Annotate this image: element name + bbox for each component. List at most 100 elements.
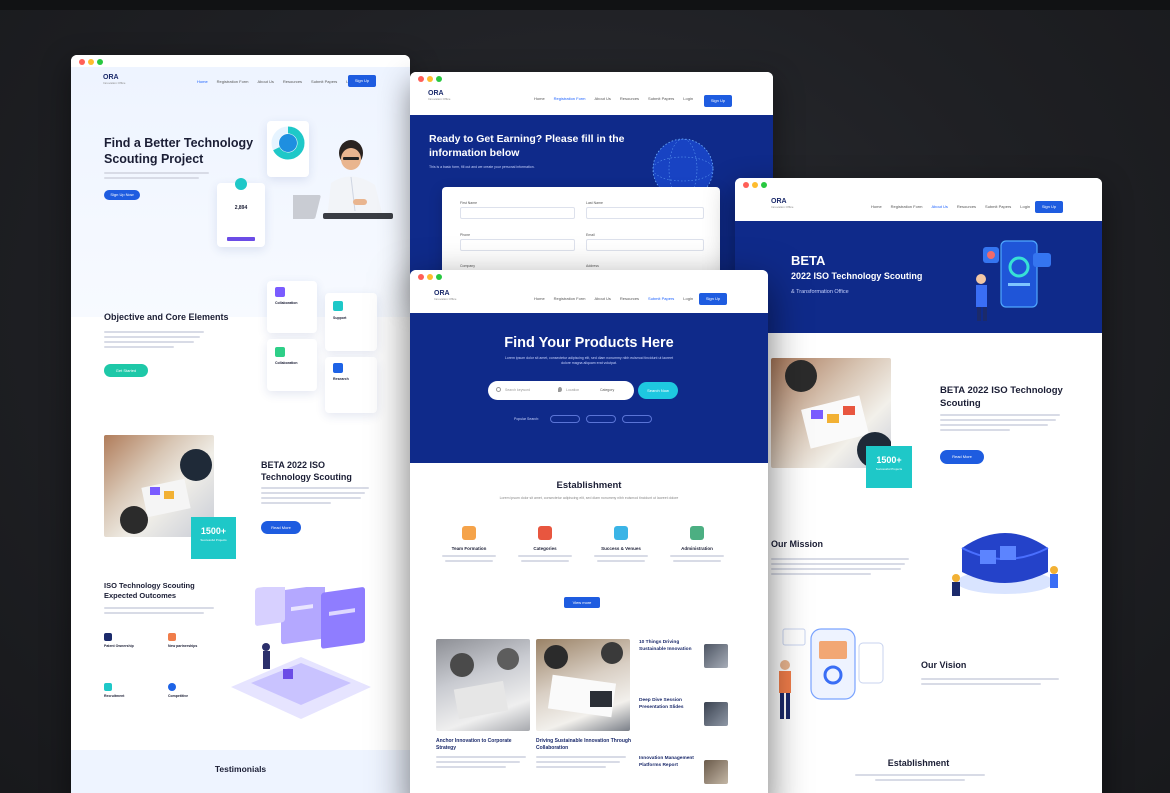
nav-registration[interactable]: Registration Form: [217, 79, 249, 84]
category-select[interactable]: Category: [600, 388, 614, 392]
nav-registration[interactable]: Registration Form: [891, 204, 923, 209]
side-post-3-thumbnail[interactable]: [704, 760, 728, 784]
nav-login[interactable]: Login: [683, 96, 693, 101]
nav-home[interactable]: Home: [871, 204, 882, 209]
search-icon: [496, 387, 501, 392]
close-dot-icon[interactable]: [79, 59, 85, 65]
feature-card-1[interactable]: Collaboration: [267, 281, 317, 333]
search-bar: Search keyword Location Category: [488, 381, 634, 400]
top-nav: ORA Innovation Office Home Registration F…: [410, 84, 773, 110]
first-name-input[interactable]: [460, 207, 575, 219]
nav-resources[interactable]: Resources: [283, 79, 302, 84]
side-post-2-thumbnail[interactable]: [704, 702, 728, 726]
beta-program-window: ORA Innovation Office Home Registration F…: [735, 178, 1102, 793]
phone-input[interactable]: [460, 239, 575, 251]
signup-button[interactable]: Sign Up: [1035, 201, 1063, 213]
close-dot-icon[interactable]: [418, 76, 424, 82]
post-2-image[interactable]: [536, 639, 630, 731]
signup-button[interactable]: Sign Up: [348, 75, 376, 87]
search-now-button[interactable]: Search Now: [638, 382, 678, 399]
side-post-1-title[interactable]: 10 Things Driving Sustainable Innovation: [639, 639, 697, 653]
check-icon: [235, 178, 247, 190]
location-input[interactable]: Location: [566, 388, 579, 392]
logo[interactable]: ORA Innovation Office: [434, 290, 456, 301]
nav-home[interactable]: Home: [534, 96, 545, 101]
signup-button[interactable]: Sign Up: [704, 95, 732, 107]
beta-section-text: [940, 414, 1060, 434]
post-1-image[interactable]: [436, 639, 530, 731]
category-team-formation[interactable]: Team Formation: [434, 526, 504, 562]
nav-login[interactable]: Login: [683, 296, 693, 301]
side-post-2-title[interactable]: Deep Dive Session Presentation Slides: [639, 697, 697, 711]
nav-about[interactable]: About Us: [594, 96, 610, 101]
search-icon: [333, 363, 343, 373]
side-post-3-title[interactable]: Innovation Management Platforms Report: [639, 755, 697, 769]
browser-chrome: [410, 270, 768, 282]
beta-read-more-button[interactable]: Read More: [261, 521, 301, 534]
nav-registration[interactable]: Registration Form: [554, 296, 586, 301]
logo[interactable]: ORA Innovation Office: [428, 90, 450, 101]
category-administration[interactable]: Administration: [662, 526, 732, 562]
nav-submit[interactable]: Submit Papers: [648, 296, 674, 301]
maximize-dot-icon[interactable]: [97, 59, 103, 65]
mission-text: [771, 558, 911, 578]
nav-links: Home Registration Form About Us Resource…: [534, 96, 693, 101]
minimize-dot-icon[interactable]: [427, 76, 433, 82]
location-pin-icon: [558, 387, 562, 392]
nav-submit[interactable]: Submit Papers: [648, 96, 674, 101]
nav-about[interactable]: About Us: [931, 204, 947, 209]
nav-submit[interactable]: Submit Papers: [985, 204, 1011, 209]
nav-about[interactable]: About Us: [257, 79, 273, 84]
nav-resources[interactable]: Resources: [620, 96, 639, 101]
nav-login[interactable]: Login: [1020, 204, 1030, 209]
testimonials-title: Testimonials: [214, 764, 267, 774]
beta-read-more-button[interactable]: Read More: [940, 450, 984, 464]
nav-home[interactable]: Home: [197, 79, 208, 84]
maximize-dot-icon[interactable]: [761, 182, 767, 188]
outcomes-title: ISO Technology Scouting Expected Outcome…: [104, 581, 195, 600]
establishment-view-button[interactable]: View more: [564, 597, 600, 608]
category-success-venues[interactable]: Success & Venues: [586, 526, 656, 562]
nav-resources[interactable]: Resources: [957, 204, 976, 209]
minimize-dot-icon[interactable]: [427, 274, 433, 280]
nav-submit[interactable]: Submit Papers: [311, 79, 337, 84]
minimize-dot-icon[interactable]: [88, 59, 94, 65]
feature-card-4[interactable]: Research: [325, 357, 377, 413]
browser-chrome: [410, 72, 773, 84]
close-dot-icon[interactable]: [743, 182, 749, 188]
nav-about[interactable]: About Us: [594, 296, 610, 301]
registration-form-window: ORA Innovation Office Home Registration F…: [410, 72, 773, 292]
maximize-dot-icon[interactable]: [436, 274, 442, 280]
category-categories[interactable]: Categories: [510, 526, 580, 562]
maximize-dot-icon[interactable]: [436, 76, 442, 82]
post-2-title[interactable]: Driving Sustainable Innovation Through C…: [536, 738, 632, 752]
form-hero-title: Ready to Get Earning? Please fill in the…: [429, 133, 625, 159]
logo[interactable]: ORA Innovation Office: [103, 74, 125, 85]
projects-badge: 1500+ Successful Projects: [191, 517, 236, 559]
popular-tag-2[interactable]: [586, 415, 616, 423]
feature-card-2[interactable]: Support: [325, 293, 377, 351]
signup-button[interactable]: Sign Up: [699, 293, 727, 305]
minimize-dot-icon[interactable]: [752, 182, 758, 188]
hero-title: Find a Better Technology Scouting Projec…: [104, 136, 254, 166]
projects-badge: 1500+ Successful Projects: [866, 446, 912, 488]
nav-resources[interactable]: Resources: [620, 296, 639, 301]
feature-card-3[interactable]: Collaboration: [267, 339, 317, 391]
hero-cta-button[interactable]: Sign Up Now: [104, 190, 140, 200]
popular-tag-3[interactable]: [622, 415, 652, 423]
vision-text: [921, 678, 1061, 688]
popular-tag-1[interactable]: [550, 415, 580, 423]
hero-description: [104, 172, 214, 182]
objective-button[interactable]: Get Started: [104, 364, 148, 377]
close-dot-icon[interactable]: [418, 274, 424, 280]
nav-registration[interactable]: Registration Form: [554, 96, 586, 101]
nav-home[interactable]: Home: [534, 296, 545, 301]
establishment-title: Establishment: [556, 480, 622, 491]
email-input[interactable]: [586, 239, 704, 251]
last-name-input[interactable]: [586, 207, 704, 219]
top-nav: ORA Innovation Office Home Registration F…: [410, 282, 768, 308]
post-1-title[interactable]: Anchor Innovation to Corporate Strategy: [436, 738, 530, 752]
side-post-1-thumbnail[interactable]: [704, 644, 728, 668]
search-input[interactable]: Search keyword: [505, 388, 530, 392]
logo[interactable]: ORA Innovation Office: [771, 198, 793, 209]
